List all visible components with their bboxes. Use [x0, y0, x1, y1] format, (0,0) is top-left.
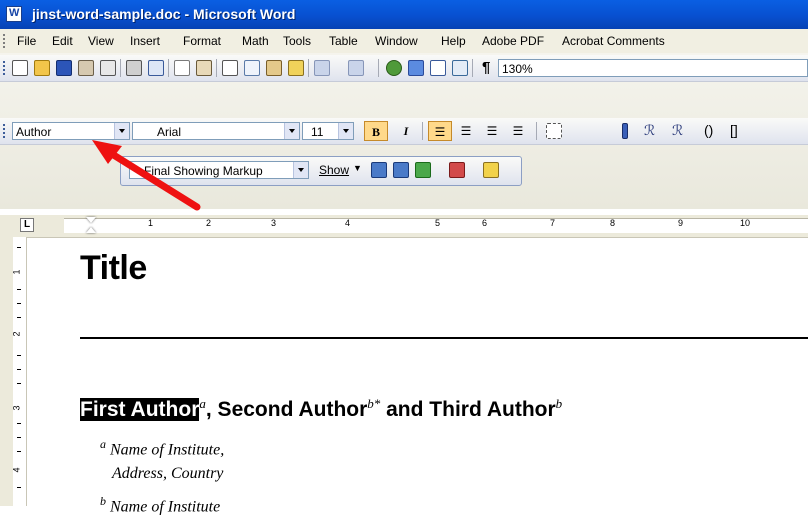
annotation-arrow	[92, 140, 201, 211]
arrow-shaft	[100, 145, 201, 211]
